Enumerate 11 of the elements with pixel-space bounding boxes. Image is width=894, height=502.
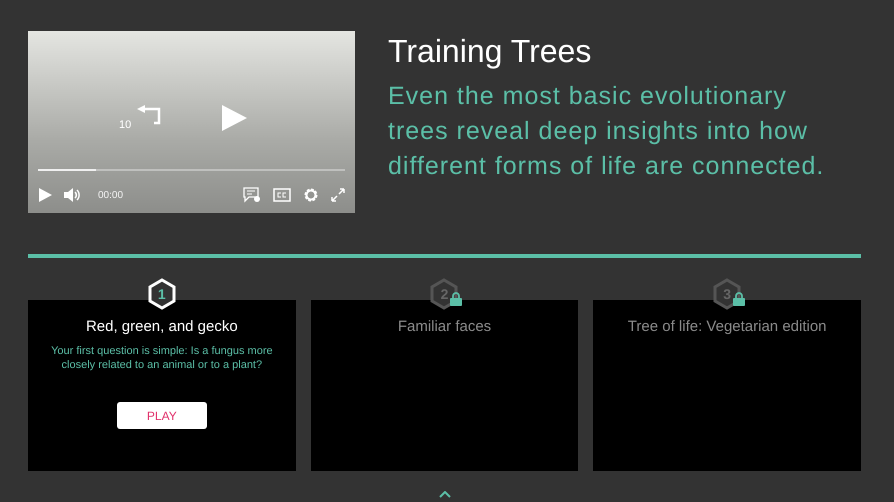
page-title: Training Trees [388, 33, 592, 69]
level-description: Your first question is simple: Is a fungus more closely related to an animal or to a plant? [50, 344, 274, 372]
level-number: 1 [156, 286, 167, 302]
play-button[interactable]: PLAY [116, 402, 207, 429]
video-player[interactable]: 10 00:00 [28, 31, 355, 213]
page-description: Even the most basic evolutionary trees reveal deep insights into how different forms of life are connected. [388, 81, 826, 182]
level-title: Familiar faces [398, 318, 492, 335]
rewind-seconds: 10 [119, 119, 132, 131]
level-title: Red, green, and gecko [86, 318, 238, 335]
time-display: 00:00 [98, 190, 124, 200]
level-title: Tree of life: Vegetarian edition [628, 318, 827, 335]
